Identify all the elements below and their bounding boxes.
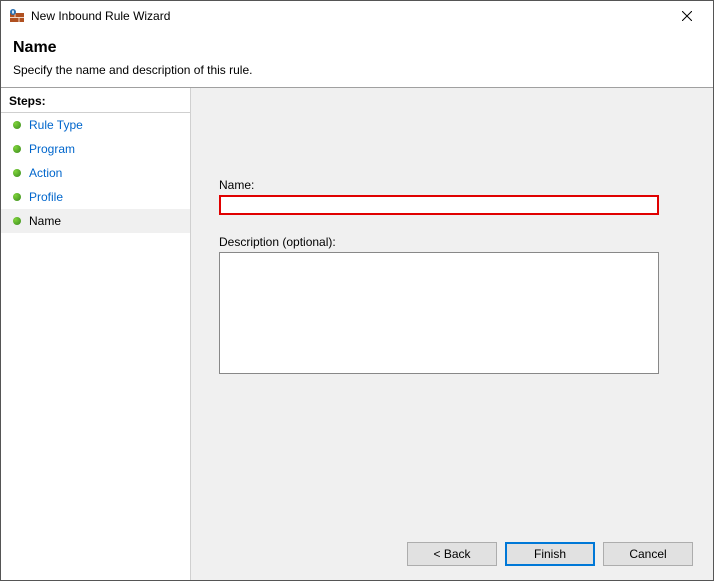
page-subtitle: Specify the name and description of this… xyxy=(13,63,701,77)
wizard-body: Steps: Rule Type Program Action Profile … xyxy=(1,88,713,580)
cancel-button[interactable]: Cancel xyxy=(603,542,693,566)
wizard-buttons: < Back Finish Cancel xyxy=(407,542,693,566)
titlebar: New Inbound Rule Wizard xyxy=(1,1,713,31)
step-name[interactable]: Name xyxy=(1,209,190,233)
wizard-header: Name Specify the name and description of… xyxy=(1,31,713,87)
name-input[interactable] xyxy=(219,195,659,215)
bullet-icon xyxy=(13,217,21,225)
step-label: Action xyxy=(29,166,62,180)
step-label: Profile xyxy=(29,190,63,204)
description-input[interactable] xyxy=(219,252,659,374)
bullet-icon xyxy=(13,193,21,201)
step-action[interactable]: Action xyxy=(1,161,190,185)
name-label: Name: xyxy=(219,178,685,192)
wizard-window: New Inbound Rule Wizard Name Specify the… xyxy=(0,0,714,581)
finish-button[interactable]: Finish xyxy=(505,542,595,566)
back-button[interactable]: < Back xyxy=(407,542,497,566)
bullet-icon xyxy=(13,121,21,129)
description-label: Description (optional): xyxy=(219,235,685,249)
name-field-block: Name: xyxy=(219,178,685,215)
close-icon xyxy=(682,11,692,21)
window-title: New Inbound Rule Wizard xyxy=(31,9,667,23)
steps-header: Steps: xyxy=(1,90,190,113)
description-field-block: Description (optional): xyxy=(219,235,685,377)
page-title: Name xyxy=(13,39,701,57)
step-profile[interactable]: Profile xyxy=(1,185,190,209)
steps-sidebar: Steps: Rule Type Program Action Profile … xyxy=(1,88,191,580)
bullet-icon xyxy=(13,169,21,177)
step-label: Program xyxy=(29,142,75,156)
step-program[interactable]: Program xyxy=(1,137,190,161)
firewall-icon xyxy=(9,8,25,24)
step-label: Name xyxy=(29,214,61,228)
bullet-icon xyxy=(13,145,21,153)
step-label: Rule Type xyxy=(29,118,83,132)
content-panel: Name: Description (optional): < Back Fin… xyxy=(191,88,713,580)
close-button[interactable] xyxy=(667,2,707,30)
step-rule-type[interactable]: Rule Type xyxy=(1,113,190,137)
